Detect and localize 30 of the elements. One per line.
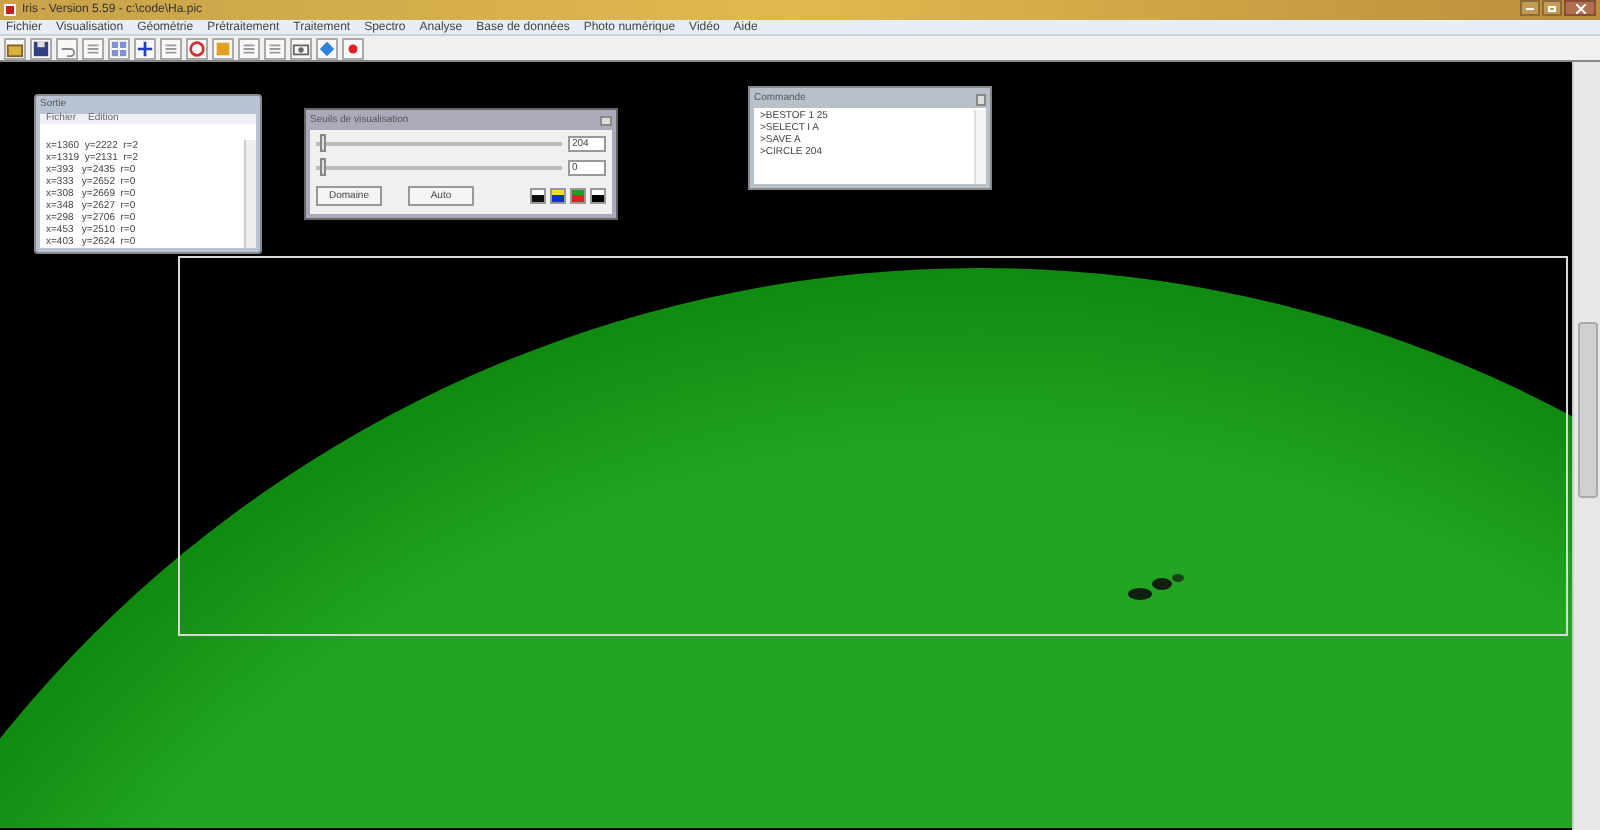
crosshair-icon (136, 39, 154, 57)
grid-icon (110, 39, 128, 57)
dot-icon (344, 39, 362, 57)
lines-icon (162, 39, 180, 57)
minimize-button[interactable] (1520, 0, 1540, 16)
lines-icon (84, 39, 102, 57)
close-button[interactable] (1564, 0, 1596, 16)
toolbar-button[interactable] (30, 37, 52, 59)
folder-icon (6, 39, 24, 57)
toolbar-button[interactable] (342, 37, 364, 59)
toolbar-button[interactable] (186, 37, 208, 59)
slider-thumb[interactable] (320, 134, 327, 152)
scrollbar[interactable] (1572, 62, 1600, 830)
toolbar-button[interactable] (134, 37, 156, 59)
toolbar-button[interactable] (290, 37, 312, 59)
slider-thumb[interactable] (320, 158, 327, 176)
camera-icon (292, 39, 310, 57)
close-icon (1575, 3, 1585, 13)
circle-icon (188, 39, 206, 57)
toolbar-button[interactable] (4, 37, 26, 59)
scrollbar[interactable] (974, 110, 986, 184)
scrollbar-thumb[interactable] (1577, 322, 1597, 498)
scrollbar[interactable] (244, 140, 256, 248)
maximize-button[interactable] (1542, 0, 1562, 16)
lines-icon (240, 39, 258, 57)
square-icon (214, 39, 232, 57)
lines-icon (266, 39, 284, 57)
gradient-button[interactable] (590, 188, 606, 204)
floppy-icon (32, 39, 50, 57)
app-icon (4, 4, 16, 16)
